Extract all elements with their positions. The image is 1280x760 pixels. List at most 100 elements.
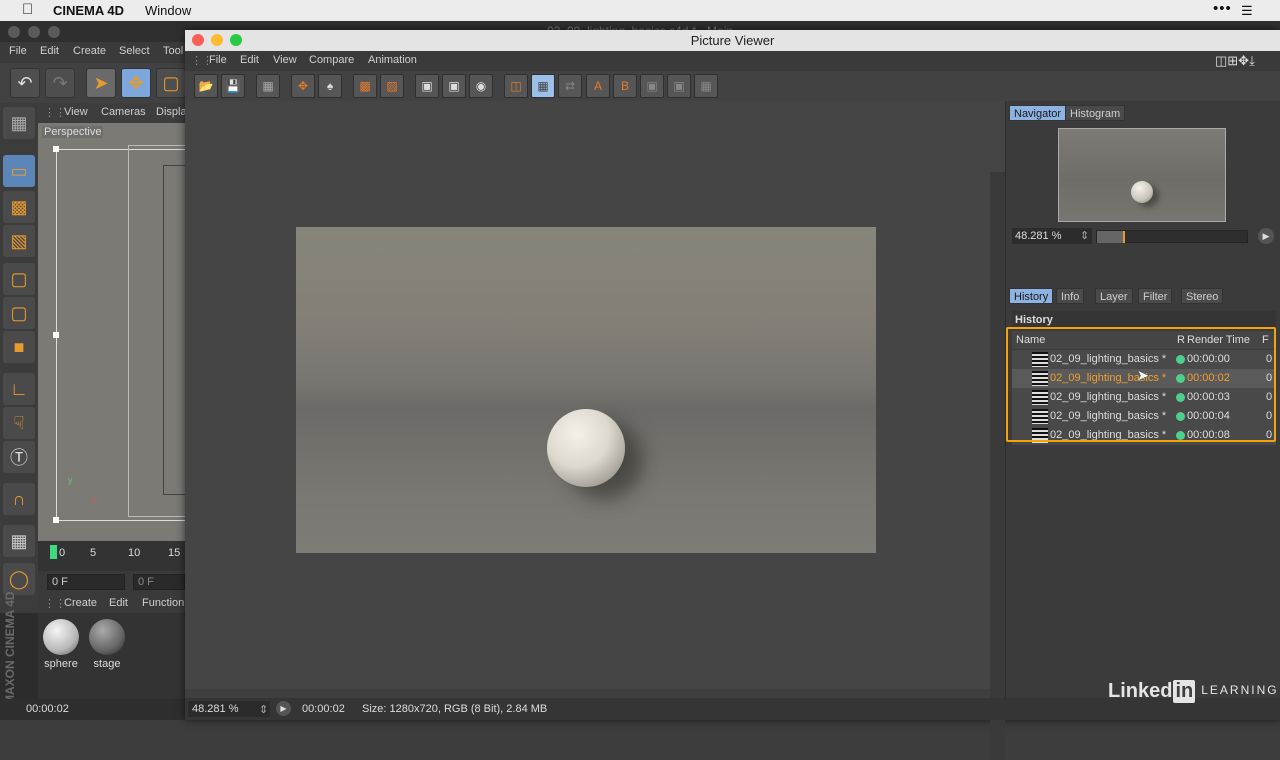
grid-icon[interactable]: ▦ bbox=[256, 74, 280, 98]
scale-tool-icon[interactable]: ▢ bbox=[156, 68, 186, 98]
frame-ab-icon[interactable]: ◉ bbox=[469, 74, 493, 98]
zoom-button[interactable] bbox=[48, 26, 60, 38]
list-icon[interactable]: ☰ bbox=[1241, 3, 1253, 19]
set-a-icon[interactable]: A bbox=[586, 74, 610, 98]
pv-menu-compare[interactable]: Compare bbox=[309, 54, 354, 66]
material-name: sphere bbox=[44, 658, 78, 670]
zoom-slider[interactable] bbox=[1096, 230, 1248, 243]
zoom-play-icon[interactable]: ▶ bbox=[1258, 228, 1274, 244]
ab-swap-icon[interactable]: ⇄ bbox=[558, 74, 582, 98]
material-sphere[interactable]: sphere bbox=[41, 617, 81, 670]
texture-mode-icon[interactable]: ▩ bbox=[3, 191, 35, 223]
grid-compare-icon[interactable]: ▦ bbox=[694, 74, 718, 98]
canvas-scrollbar[interactable] bbox=[990, 172, 1005, 760]
pv-menu-file[interactable]: File bbox=[209, 54, 227, 66]
lock-grid-icon[interactable]: ▦ bbox=[3, 525, 35, 557]
delete-render-icon[interactable]: ▨ bbox=[380, 74, 404, 98]
material-preview bbox=[43, 619, 79, 655]
render-region-icon[interactable]: ✥ bbox=[291, 74, 315, 98]
zoom-value: 48.281 % bbox=[1015, 230, 1062, 242]
diff-icon[interactable]: ▣ bbox=[640, 74, 664, 98]
frame-handle[interactable] bbox=[53, 332, 59, 338]
redo-icon[interactable]: ↷ bbox=[45, 68, 75, 98]
menu-select[interactable]: Select bbox=[119, 45, 150, 57]
menu-tools[interactable]: Tool bbox=[163, 45, 183, 57]
mac-menu-bar:  CINEMA 4D Window ••• ☰ bbox=[0, 0, 1280, 21]
layout-icons[interactable]: ◫⊞✥⤓ bbox=[1215, 53, 1255, 69]
app-menu[interactable]: CINEMA 4D bbox=[53, 3, 124, 18]
window-menu[interactable]: Window bbox=[145, 3, 191, 18]
menu-edit[interactable]: Edit bbox=[40, 45, 59, 57]
workplane-icon[interactable]: ▧ bbox=[3, 225, 35, 257]
close-button[interactable] bbox=[192, 34, 204, 46]
frame-handle[interactable] bbox=[53, 517, 59, 523]
polygons-mode-icon[interactable]: ■ bbox=[3, 331, 35, 363]
menu-create[interactable]: Create bbox=[73, 45, 106, 57]
axis-y-icon: y bbox=[68, 475, 73, 485]
move-tool-icon[interactable]: ✥ bbox=[121, 68, 151, 98]
tab-filter[interactable]: Filter bbox=[1138, 288, 1173, 304]
apple-icon[interactable]:  bbox=[22, 1, 33, 18]
tweak-icon[interactable]: ☟ bbox=[3, 407, 35, 439]
tab-stereo[interactable]: Stereo bbox=[1181, 288, 1224, 304]
zoom-handle[interactable] bbox=[1122, 231, 1125, 243]
tab-info[interactable]: Info bbox=[1056, 288, 1085, 304]
menu-file[interactable]: File bbox=[9, 45, 27, 57]
snap-icon[interactable]: Ⓣ bbox=[3, 441, 35, 473]
pv-menu-animation[interactable]: Animation bbox=[368, 54, 417, 66]
play-icon[interactable]: ▶ bbox=[276, 701, 291, 716]
minimize-button[interactable] bbox=[211, 34, 223, 46]
viewport-menu-display[interactable]: Displa bbox=[156, 106, 187, 118]
current-frame-field[interactable]: 0 F bbox=[47, 574, 125, 590]
viewport-menu-view[interactable]: View bbox=[64, 106, 88, 118]
frame-a-icon[interactable]: ▣ bbox=[415, 74, 439, 98]
minimize-button[interactable] bbox=[28, 26, 40, 38]
split-view-icon[interactable]: ▦ bbox=[531, 74, 555, 98]
save-icon[interactable]: 💾 bbox=[221, 74, 245, 98]
tab-history[interactable]: History bbox=[1009, 288, 1054, 304]
viewport-label: Perspective bbox=[42, 126, 104, 138]
navigator-preview[interactable] bbox=[1058, 128, 1226, 222]
stepper-icon[interactable]: ⇕ bbox=[259, 703, 268, 716]
grid-mode-icon[interactable]: ▦ bbox=[3, 107, 35, 139]
viewport[interactable]: ⋮⋮ View Cameras Displa Perspective y x bbox=[38, 103, 193, 541]
set-b-icon[interactable]: B bbox=[613, 74, 637, 98]
compare-icon[interactable]: ▣ bbox=[667, 74, 691, 98]
close-button[interactable] bbox=[8, 26, 20, 38]
select-tool-icon[interactable]: ➤ bbox=[86, 68, 116, 98]
material-preview bbox=[89, 619, 125, 655]
magnet-icon[interactable]: ∩ bbox=[3, 483, 35, 515]
zoom-button[interactable] bbox=[230, 34, 242, 46]
pv-menu-edit[interactable]: Edit bbox=[240, 54, 259, 66]
right-panel: Navigator Histogram 48.281 % ⇕ ▶ History … bbox=[1005, 101, 1280, 720]
tab-layer[interactable]: Layer bbox=[1095, 288, 1133, 304]
tab-navigator[interactable]: Navigator bbox=[1009, 105, 1067, 121]
tab-histogram[interactable]: Histogram bbox=[1065, 105, 1126, 121]
zoom-field[interactable]: 48.281 % ⇕ bbox=[1012, 228, 1092, 244]
rendered-sphere bbox=[547, 409, 625, 487]
render-user-icon[interactable]: ♠ bbox=[318, 74, 342, 98]
stepper-icon[interactable]: ⇕ bbox=[1080, 228, 1089, 244]
undo-icon[interactable]: ↶ bbox=[10, 68, 40, 98]
frame-b-icon[interactable]: ▣ bbox=[442, 74, 466, 98]
more-icon[interactable]: ••• bbox=[1213, 0, 1232, 17]
points-mode-icon[interactable]: ▢ bbox=[3, 263, 35, 295]
edges-mode-icon[interactable]: ▢ bbox=[3, 297, 35, 329]
image-canvas[interactable] bbox=[185, 101, 1005, 760]
material-menu-function[interactable]: Function bbox=[142, 597, 184, 609]
open-icon[interactable]: 📂 bbox=[194, 74, 218, 98]
axis-icon[interactable]: ∟ bbox=[3, 373, 35, 405]
rendered-image[interactable] bbox=[296, 227, 876, 553]
material-stage[interactable]: stage bbox=[87, 617, 127, 670]
timeline[interactable]: 0 5 10 15 bbox=[38, 541, 185, 571]
viewport-menu-cameras[interactable]: Cameras bbox=[101, 106, 146, 118]
playhead[interactable] bbox=[50, 545, 57, 559]
pv-menu-view[interactable]: View bbox=[273, 54, 297, 66]
frame-handle[interactable] bbox=[53, 146, 59, 152]
ab-compare-icon[interactable]: ◫ bbox=[504, 74, 528, 98]
material-menu-edit[interactable]: Edit bbox=[109, 597, 128, 609]
start-frame-field[interactable]: 0 F bbox=[133, 574, 185, 590]
stop-render-icon[interactable]: ▩ bbox=[353, 74, 377, 98]
material-menu-create[interactable]: Create bbox=[64, 597, 97, 609]
model-mode-icon[interactable]: ▭ bbox=[3, 155, 35, 187]
